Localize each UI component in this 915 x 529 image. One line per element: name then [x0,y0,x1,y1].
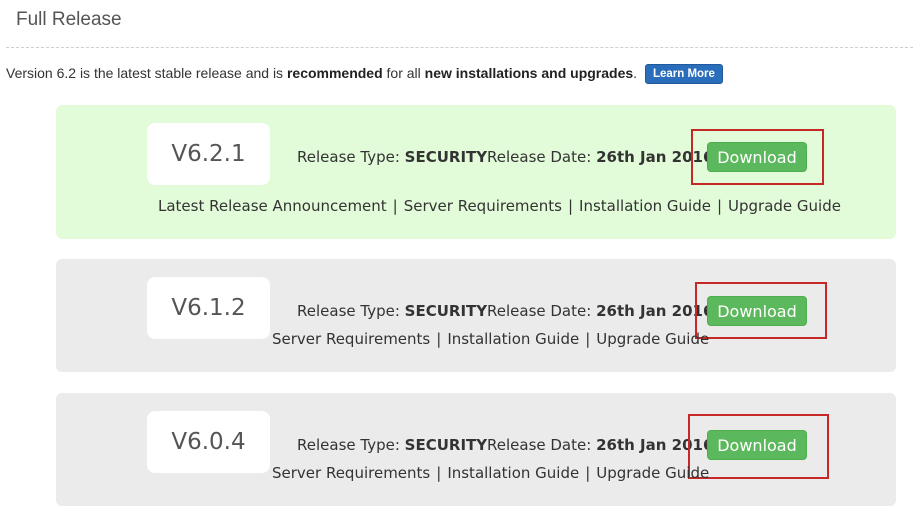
release-type-value: SECURITY [404,148,488,166]
link-installation-guide[interactable]: Installation Guide [447,464,579,482]
intro-new-installations: new installations and upgrades [424,65,634,81]
link-server-requirements[interactable]: Server Requirements [272,464,430,482]
release-type-value: SECURITY [404,302,488,320]
link-separator: | [585,464,591,482]
release-links: Server Requirements | Installation Guide | U… [272,330,709,348]
link-latest-release-announcement[interactable]: Latest Release Announcement [158,197,387,215]
learn-more-button[interactable]: Learn More [644,64,723,84]
divider [6,47,913,48]
link-server-requirements[interactable]: Server Requirements [404,197,562,215]
release-type: Release Type: SECURITY [297,148,487,166]
intro-suffix: . [633,65,638,81]
release-links: Server Requirements | Installation Guide | U… [272,464,709,482]
link-installation-guide[interactable]: Installation Guide [447,330,579,348]
release-date: Release Date: 26th Jan 2016 [487,148,713,166]
intro-prefix: Version 6.2 is the latest stable release… [6,65,287,81]
link-separator: | [436,464,442,482]
release-type: Release Type: SECURITY [297,436,487,454]
release-type-label: Release Type: [297,148,400,166]
link-upgrade-guide[interactable]: Upgrade Guide [596,464,709,482]
download-button[interactable]: Download [707,142,807,172]
release-card-v621: V6.2.1 Release Type: SECURITY Release Da… [56,105,896,239]
release-date-label: Release Date: [487,148,592,166]
version-label: V6.0.4 [147,411,270,473]
release-type-value: SECURITY [404,436,488,454]
link-separator: | [436,330,442,348]
release-date-label: Release Date: [487,436,592,454]
link-separator: | [716,197,723,215]
release-links: Latest Release Announcement | Server Requi… [158,197,841,215]
release-card-v604: V6.0.4 Release Type: SECURITY Release Da… [56,393,896,506]
intro-text: Version 6.2 is the latest stable release… [6,64,723,85]
link-separator: | [567,197,574,215]
link-separator: | [585,330,591,348]
release-type-label: Release Type: [297,436,400,454]
link-upgrade-guide[interactable]: Upgrade Guide [596,330,709,348]
release-date: Release Date: 26th Jan 2016 [487,436,713,454]
release-type-label: Release Type: [297,302,400,320]
version-label: V6.1.2 [147,277,270,339]
link-server-requirements[interactable]: Server Requirements [272,330,430,348]
release-date-label: Release Date: [487,302,592,320]
link-separator: | [392,197,398,215]
page-title: Full Release [16,9,122,30]
intro-recommended: recommended [286,65,383,81]
link-upgrade-guide[interactable]: Upgrade Guide [728,197,841,215]
download-button[interactable]: Download [707,430,807,460]
download-button[interactable]: Download [707,296,807,326]
release-type: Release Type: SECURITY [297,302,487,320]
version-label: V6.2.1 [147,123,270,185]
release-card-v612: V6.1.2 Release Type: SECURITY Release Da… [56,259,896,372]
link-installation-guide[interactable]: Installation Guide [579,197,711,215]
intro-middle: for all [382,65,425,81]
release-date: Release Date: 26th Jan 2016 [487,302,713,320]
